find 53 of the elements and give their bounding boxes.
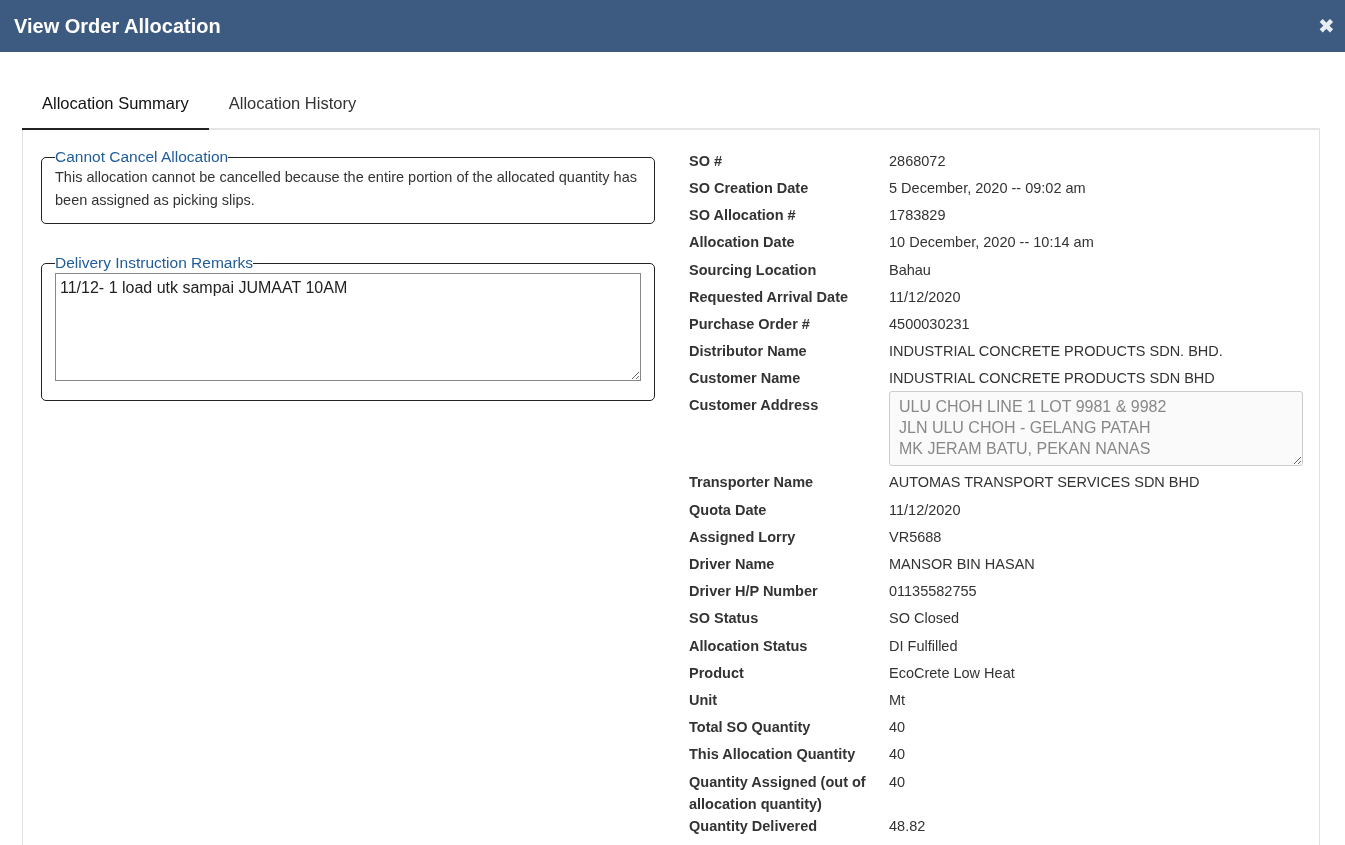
field-label: Distributor Name [689, 342, 808, 362]
field-value: INDUSTRIAL CONCRETE PRODUCTS SDN. BHD. [889, 342, 1223, 362]
field-label: SO Allocation # [689, 206, 797, 226]
field-value: Bahau [889, 260, 931, 280]
field-label: Allocation Status [689, 636, 809, 656]
field-value: AUTOMAS TRANSPORT SERVICES SDN BHD [889, 473, 1200, 493]
field-value: EcoCrete Low Heat [889, 663, 1015, 683]
field-label: Assigned Lorry [689, 527, 797, 547]
field-value: SO Closed [889, 609, 960, 629]
tab[interactable]: Allocation Summary [22, 78, 209, 130]
close-button[interactable]: ✖ [1318, 16, 1335, 36]
field-value: 48.82 [889, 817, 926, 837]
group-legend: Delivery Instruction Remarks [55, 254, 254, 273]
field-value: 10 December, 2020 -- 10:14 am [889, 233, 1094, 253]
field-label: Transporter Name [689, 473, 815, 493]
field-value: 1783829 [889, 206, 946, 226]
field-label: SO Status [689, 609, 760, 629]
field-value: 4500030231 [889, 314, 970, 334]
field-label: Customer Name [689, 369, 802, 389]
field-label: Quantity Delivered [689, 817, 819, 837]
field-label: Total SO Quantity [689, 718, 812, 738]
field-value: 40 [889, 745, 906, 765]
field-label: Allocation Date [689, 233, 796, 253]
field-value: 5 December, 2020 -- 09:02 am [889, 178, 1086, 198]
field-label: Quota Date [689, 500, 768, 520]
field-value: 40 [889, 772, 906, 792]
field-label: Driver H/P Number [689, 582, 819, 602]
dialog-title: View Order Allocation [14, 14, 221, 38]
field-label: This Allocation Quantity [689, 745, 857, 765]
field-label: SO # [689, 151, 724, 171]
field-label: Driver Name [689, 555, 776, 574]
field-value: INDUSTRIAL CONCRETE PRODUCTS SDN BHD [889, 369, 1215, 389]
field-label: Customer Address [689, 396, 820, 416]
field-label: SO Creation Date [689, 178, 810, 198]
field-value: 01135582755 [889, 582, 977, 602]
field-value: DI Fulfilled [889, 636, 958, 656]
group-legend: Cannot Cancel Allocation [55, 147, 229, 167]
field-value: 2868072 [889, 151, 946, 171]
field-value: 40 [889, 718, 906, 738]
tab[interactable]: Allocation History [208, 78, 377, 130]
field-value: VR5688 [889, 527, 942, 547]
field-label: Quantity Assigned (out of allocation quantity) [689, 772, 867, 814]
notice-text: This allocation cannot be cancelled because the entire portion of the allocated quantity has been assigned as picking slips. [55, 168, 638, 210]
remarks-field[interactable]: 11/12- 1 load utk sampai JUMAAT 10AM [55, 272, 641, 381]
field-value: 11/12/2020 [889, 287, 961, 307]
field-value: Mt [889, 690, 906, 710]
field-value: 11/12/2020 [889, 500, 961, 520]
field-label: Product [689, 663, 745, 683]
field-label: Purchase Order # [689, 314, 811, 334]
field-label: Unit [689, 690, 719, 710]
field-label: Sourcing Location [689, 260, 818, 280]
field-label: Requested Arrival Date [689, 287, 850, 307]
field-value: MANSOR BIN HASAN [889, 555, 1035, 574]
